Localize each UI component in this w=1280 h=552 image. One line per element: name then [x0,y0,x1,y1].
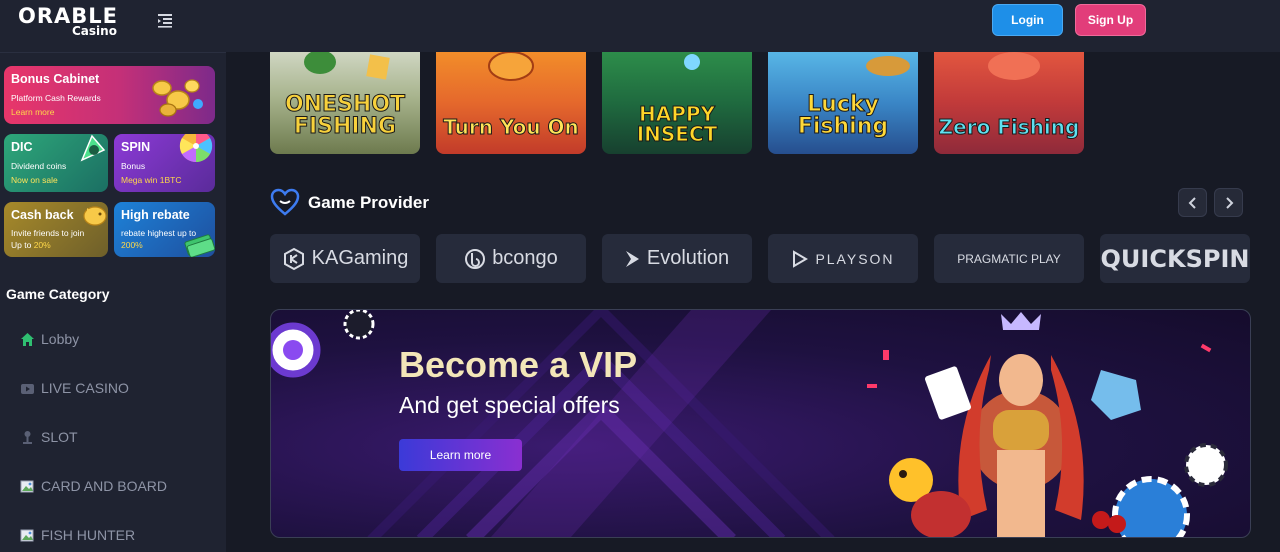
promo-line2: Up to 20% [11,240,51,250]
promo-bonus-cabinet[interactable]: Bonus Cabinet Platform Cash Rewards Lear… [4,66,215,124]
piggy-bank-icon [83,206,107,226]
game-art [488,52,534,81]
slot-icon [20,430,35,445]
game-title: HAPPY INSECT [636,102,718,146]
menu-collapse-icon[interactable] [157,12,173,28]
promo-link[interactable]: Learn more [11,107,54,117]
provider-evolution[interactable]: Evolution [602,234,752,283]
category-item-live-casino[interactable]: LIVE CASINO [20,377,129,399]
game-title: Lucky Fishing [797,92,889,139]
provider-playson[interactable]: PLAYSON [768,234,918,283]
game-art [988,52,1040,80]
brand-logo[interactable]: ORABLE Casino [18,4,130,38]
home-icon [20,332,35,347]
category-item-card-and-board[interactable]: CARD AND BOARD [20,475,167,497]
provider-name: Evolution [646,247,730,269]
kagaming-logo-icon [283,247,304,270]
signup-button[interactable]: Sign Up [1075,4,1146,36]
provider-pragmatic-play[interactable]: PRAGMATIC PLAY [934,234,1084,283]
game-art [304,52,390,80]
play-icon [793,249,809,268]
category-label: Lobby [41,331,80,347]
category-item-lobby[interactable]: Lobby [20,328,79,350]
game-title: ONESHOT FISHING [284,92,406,139]
heart-icon [270,188,300,216]
promo-title: Cash back [11,208,74,222]
game-art [684,54,700,70]
provider-name: QUICKSPIN [1100,244,1250,273]
category-item-fish-hunter[interactable]: FISH HUNTER [20,524,135,546]
vip-title: Become a VIP [399,344,638,385]
providers-prev-button[interactable] [1178,188,1207,217]
sidebar-divider [0,52,226,53]
provider-kagaming[interactable]: KAGaming [270,234,420,283]
cash-stack-icon [184,234,215,257]
vip-banner: Become a VIP And get special offers Lear… [270,309,1251,538]
promo-subtitle: Dividend coins [11,161,67,171]
game-title: Zero Fishing [938,115,1080,139]
promo-link[interactable]: Mega win 1BTC [121,175,181,185]
wheel-icon [179,134,213,163]
category-label: CARD AND BOARD [41,478,168,494]
game-title: Turn You On [443,115,580,139]
provider-quickspin[interactable]: QUICKSPIN [1100,234,1250,283]
login-button[interactable]: Login [992,4,1063,36]
image-icon [20,528,35,543]
promo-spin[interactable]: SPIN Bonus Mega win 1BTC [114,134,215,192]
promo-title: High rebate [121,208,190,222]
vip-subtitle: And get special offers [399,392,620,418]
promo-line1: Invite friends to join [11,228,85,238]
promo-title: DIC [11,140,33,154]
game-tile-lucky-fishing[interactable]: Lucky Fishing [768,52,918,154]
promo-link[interactable]: Now on sale [11,175,58,185]
provider-bcongo[interactable]: bcongo [436,234,586,283]
provider-name: PRAGMATIC PLAY [957,251,1061,266]
brand-sub: Casino [72,24,117,38]
category-label: SLOT [41,429,78,445]
promo-title: Bonus Cabinet [11,72,100,86]
game-category-title: Game Category [6,286,110,302]
game-tile-happy-insect[interactable]: HAPPY INSECT [602,52,752,154]
promo-subtitle: Bonus [121,161,146,171]
category-label: LIVE CASINO [41,380,129,396]
providers-next-button[interactable] [1214,188,1243,217]
provider-name: KAGaming [311,247,409,269]
promo-line2: 200% [121,240,143,250]
promo-high-rebate[interactable]: High rebate rebate highest up to 200% [114,202,215,257]
live-casino-icon [20,381,35,396]
bcongo-logo-icon [465,248,486,269]
game-art [866,56,910,76]
game-tile-turn-you-on[interactable]: Turn You On [436,52,586,154]
promo-cash-back[interactable]: Cash back Invite friends to join Up to 2… [4,202,108,257]
promo-title: SPIN [121,140,151,154]
game-tile-zero-fishing[interactable]: Zero Fishing [934,52,1084,154]
category-label: FISH HUNTER [41,527,136,543]
game-tile-oneshot-fishing[interactable]: ONESHOT FISHING [270,52,420,154]
evolution-logo-icon [625,250,639,267]
game-provider-title: Game Provider [308,193,429,212]
promo-dic[interactable]: DIC Dividend coins Now on sale [4,134,108,192]
chevron-right-icon [1225,196,1233,209]
category-item-slot[interactable]: SLOT [20,426,78,448]
sidebar: ORABLE Casino Bonus Cabinet Platform Cas… [0,0,226,552]
provider-name: PLAYSON [815,250,895,267]
chevron-left-icon [1188,196,1196,209]
image-icon [20,479,35,494]
vip-learn-more-button[interactable]: Learn more [399,439,522,471]
provider-name: bcongo [492,247,558,269]
promo-subtitle: Platform Cash Rewards [11,93,101,103]
dividend-coin-icon [80,134,106,162]
coins-icon [152,79,203,117]
